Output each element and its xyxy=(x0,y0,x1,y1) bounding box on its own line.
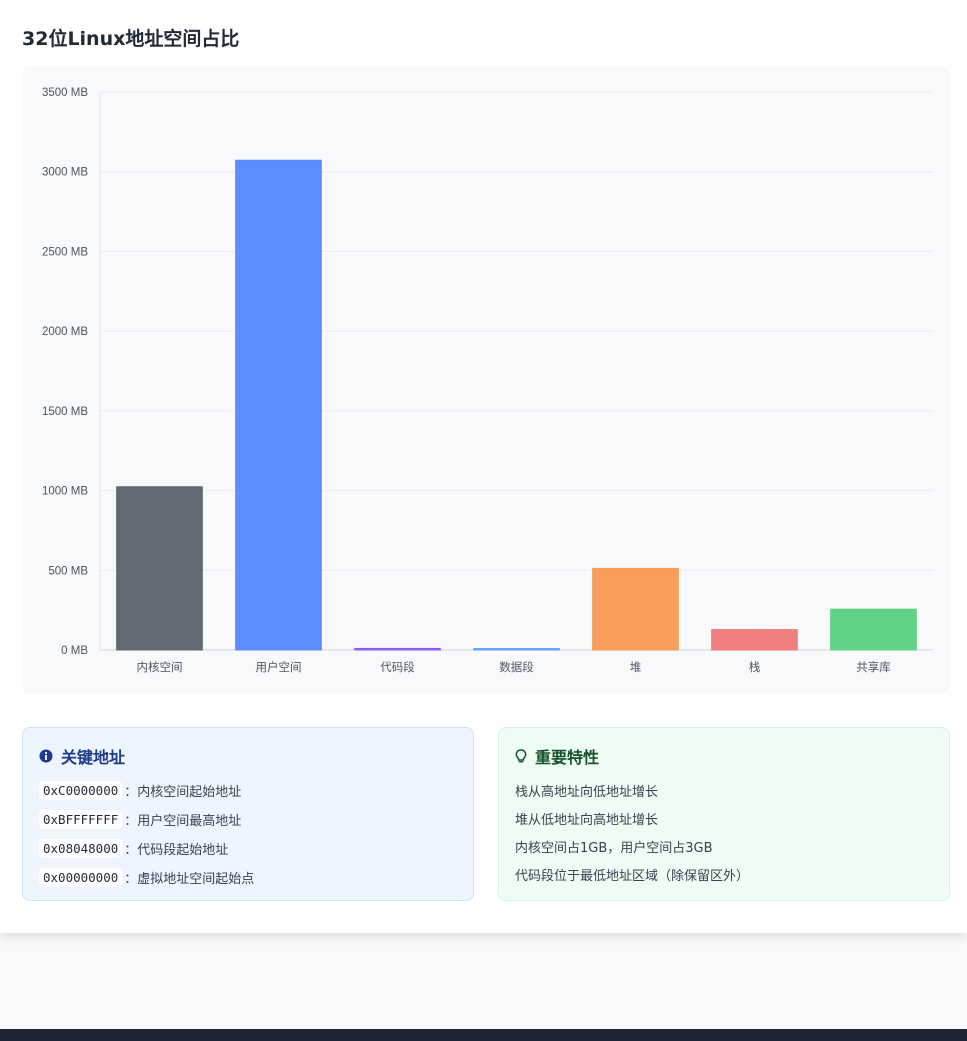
chart-panel: 0 MB 500 MB 1000 MB 1500 MB 2000 MB 2500 MB 30… xyxy=(22,66,950,694)
bar-6 xyxy=(830,608,917,651)
bar-3 xyxy=(473,648,560,651)
address-item: 0x08048000 ：代码段起始地址 xyxy=(39,834,457,863)
feature-item: 栈从高地址向低地址增长 xyxy=(515,784,659,800)
x-tick-label: 栈 xyxy=(749,660,761,674)
y-tick-label: 3000 MB xyxy=(42,167,88,179)
key-addresses-title: 关键地址 xyxy=(61,748,126,767)
x-tick-label: 代码段 xyxy=(380,660,415,674)
lightbulb-icon xyxy=(515,748,527,764)
y-tick-label: 2000 MB xyxy=(42,326,88,338)
address-item: 0xC0000000 ：内核空间起始地址 xyxy=(39,776,457,805)
footer-bar xyxy=(0,1029,967,1041)
feature-item: 代码段位于最低地址区域（除保留区外） xyxy=(515,868,750,884)
x-tick-label: 数据段 xyxy=(499,660,534,674)
address-desc: ：虚拟地址空间起始点 xyxy=(124,872,255,887)
bar-1 xyxy=(235,159,322,651)
y-tick-label: 1000 MB xyxy=(42,486,88,498)
bar-0 xyxy=(116,486,203,651)
features-panel: 重要特性 栈从高地址向低地址增长 堆从低地址向高地址增长 内核空间占1GB，用户… xyxy=(498,727,950,901)
info-circle-icon xyxy=(39,749,53,763)
features-header: 重要特性 xyxy=(515,746,933,767)
x-tick-label: 用户空间 xyxy=(256,660,302,674)
page-title: 32位Linux地址空间占比 xyxy=(22,28,240,50)
address-code: 0xC0000000 xyxy=(39,781,123,800)
y-tick-label: 500 MB xyxy=(48,565,88,577)
feature-item: 内核空间占1GB，用户空间占3GB xyxy=(515,840,713,856)
content-card: 32位Linux地址空间占比 0 MB 500 MB 1000 MB 1500 MB 2… xyxy=(0,0,967,933)
y-tick-label: 3500 MB xyxy=(42,87,88,99)
y-tick-label: 1500 MB xyxy=(42,406,88,418)
feature-item: 堆从低地址向高地址增长 xyxy=(515,812,659,828)
y-tick-label: 2500 MB xyxy=(42,246,88,258)
key-addresses-header: 关键地址 xyxy=(39,746,457,767)
address-code: 0x08048000 xyxy=(39,839,123,858)
x-tick-label: 内核空间 xyxy=(137,660,183,674)
bar-5 xyxy=(711,629,798,651)
x-tick-label: 堆 xyxy=(630,660,642,674)
address-item: 0x00000000 ：虚拟地址空间起始点 xyxy=(39,863,457,892)
address-code: 0xBFFFFFFF xyxy=(39,810,123,829)
address-desc: ：用户空间最高地址 xyxy=(124,814,242,829)
x-tick-label: 共享库 xyxy=(856,660,891,674)
bar-4 xyxy=(592,567,679,651)
y-tick-label: 0 MB xyxy=(61,645,88,657)
address-desc: ：代码段起始地址 xyxy=(124,843,229,858)
features-title: 重要特性 xyxy=(535,748,600,767)
bar-2 xyxy=(354,647,441,651)
bar-chart: 0 MB 500 MB 1000 MB 1500 MB 2000 MB 2500 MB 30… xyxy=(42,87,933,674)
address-desc: ：内核空间起始地址 xyxy=(124,785,242,800)
key-addresses-panel: 关键地址 0xC0000000 ：内核空间起始地址 0xBFFFFFFF ：用户空间… xyxy=(22,727,474,901)
address-code: 0x00000000 xyxy=(39,868,123,887)
address-item: 0xBFFFFFFF ：用户空间最高地址 xyxy=(39,805,457,834)
